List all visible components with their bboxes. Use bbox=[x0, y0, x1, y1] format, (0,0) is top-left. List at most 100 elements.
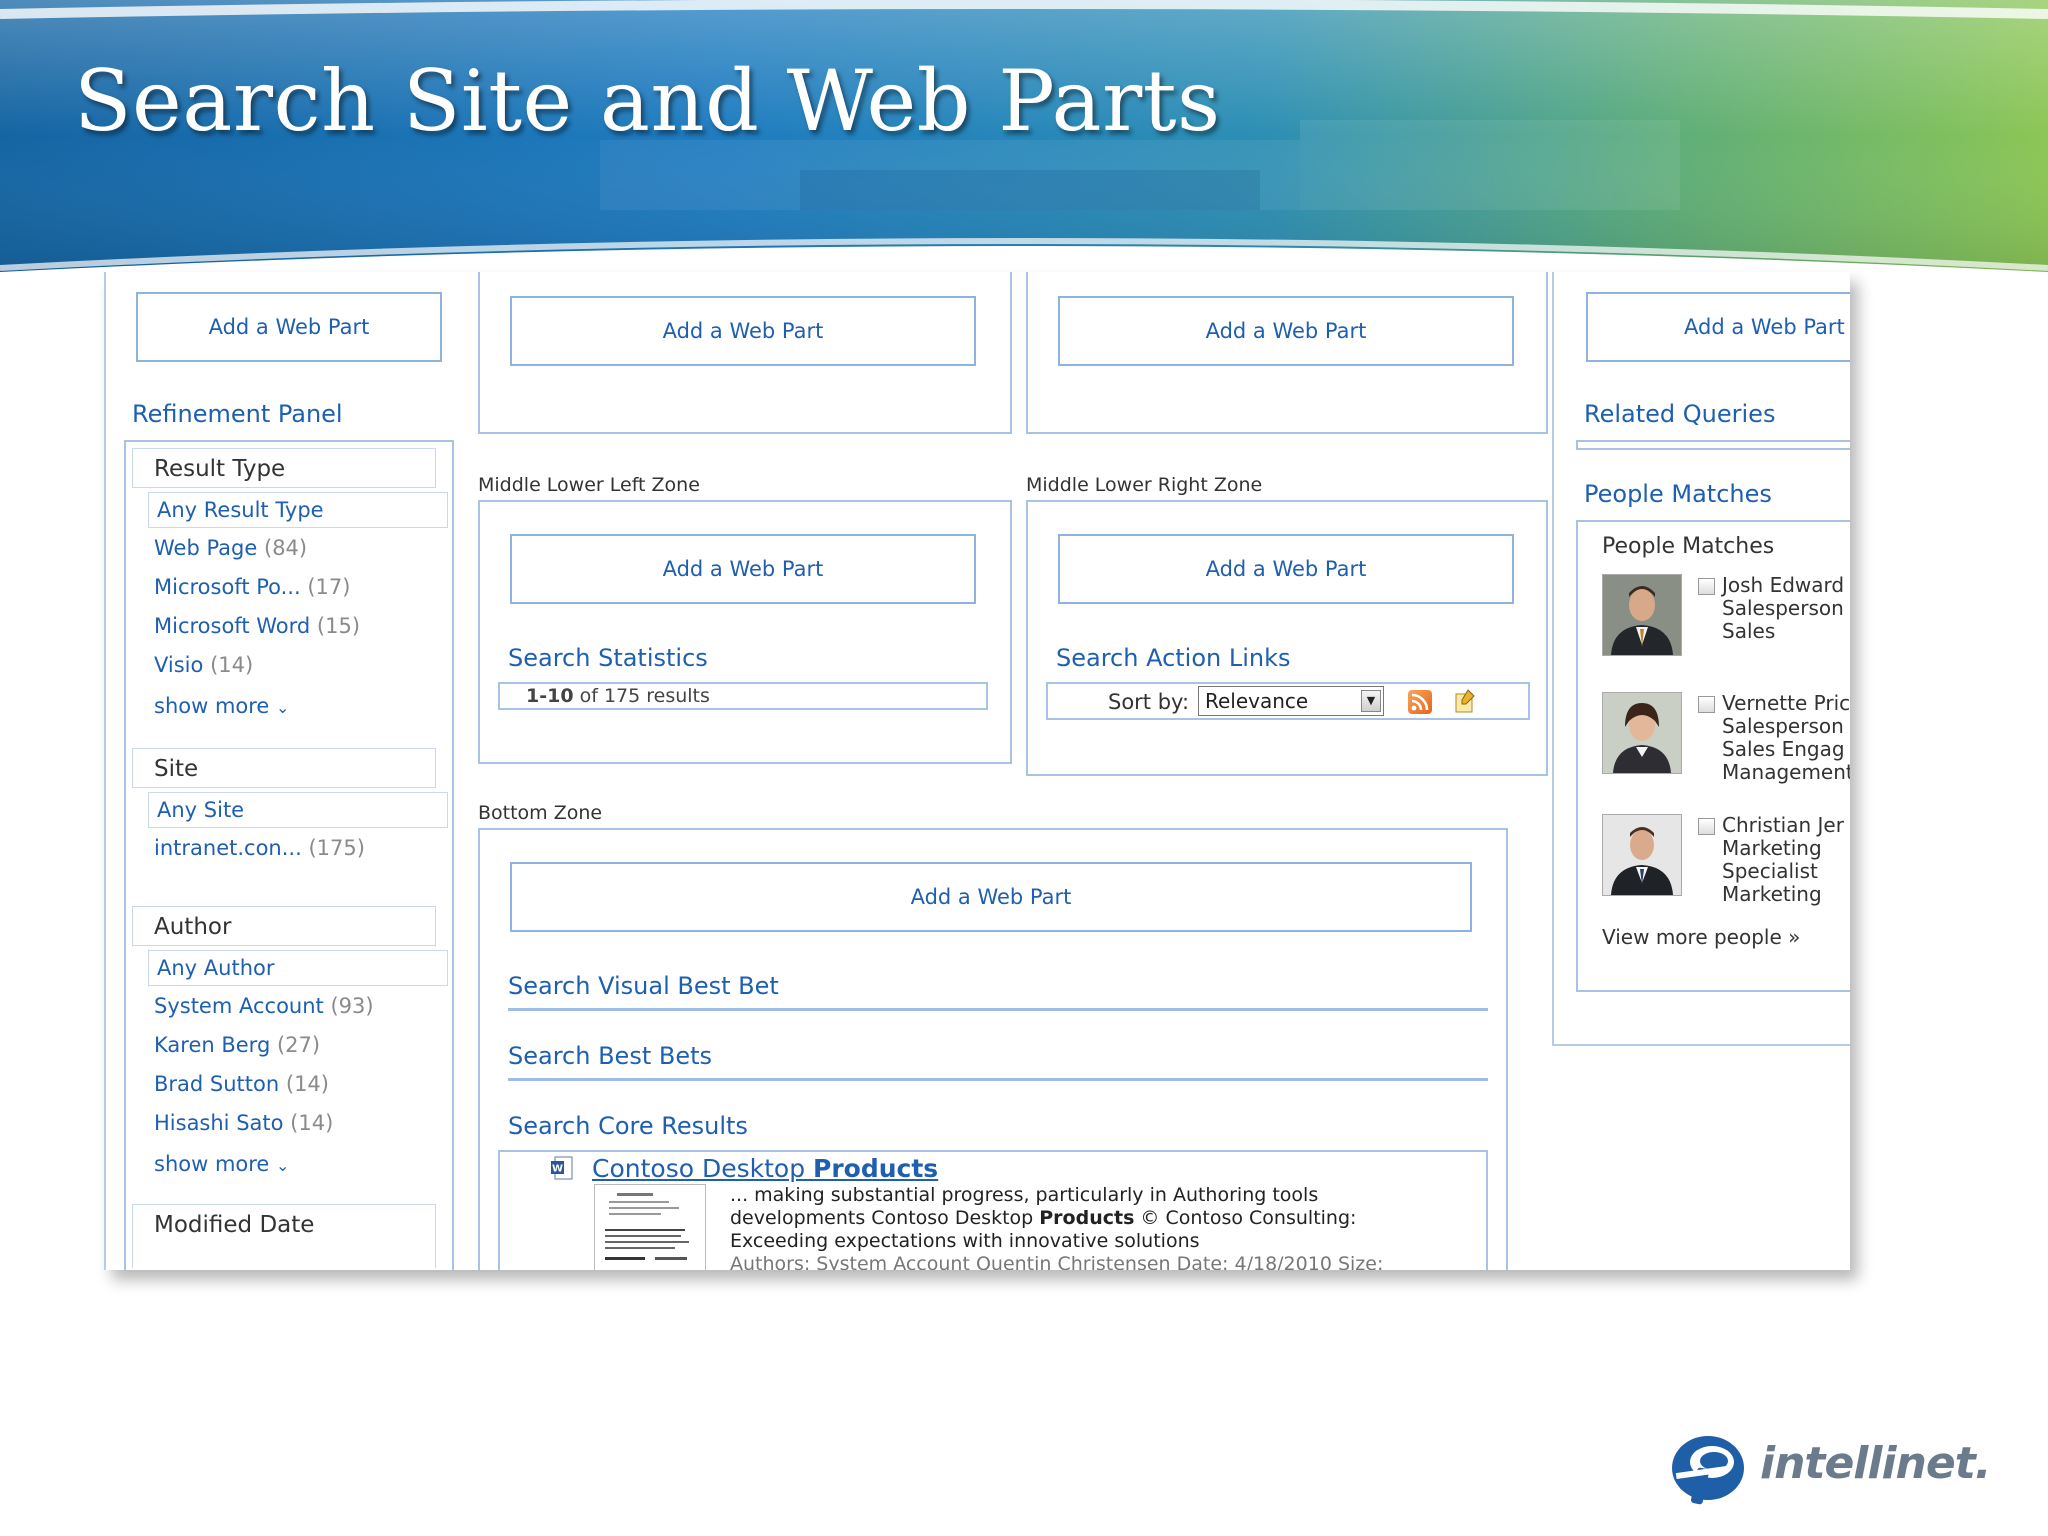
add-web-part-button[interactable]: Add a Web Part bbox=[510, 534, 976, 604]
add-web-part-button[interactable]: Add a Web Part bbox=[1586, 292, 1850, 362]
search-visual-best-bet-title: Search Visual Best Bet bbox=[508, 972, 779, 1000]
refiner-brad-sutton[interactable]: Brad Sutton (14) bbox=[154, 1072, 329, 1096]
chevron-down-icon: ⌄ bbox=[276, 1156, 290, 1175]
result-snippet: ... making substantial progress, particu… bbox=[730, 1184, 1383, 1270]
alert-me-icon[interactable] bbox=[1452, 688, 1480, 716]
refiner-intranet-site[interactable]: intranet.con... (175) bbox=[154, 836, 365, 860]
refiner-microsoft-powerpoint[interactable]: Microsoft Po... (17) bbox=[154, 575, 350, 599]
refiner-count: (14) bbox=[285, 1072, 329, 1096]
refiner-count: (14) bbox=[210, 653, 254, 677]
search-statistics-box: 1-10 of 175 results bbox=[498, 682, 988, 710]
refiner-karen-berg[interactable]: Karen Berg (27) bbox=[154, 1033, 320, 1057]
related-queries-title: Related Queries bbox=[1584, 400, 1776, 428]
refiner-label: Microsoft Word bbox=[154, 614, 311, 638]
refiner-count: (84) bbox=[264, 536, 308, 560]
person-checkbox[interactable] bbox=[1698, 578, 1715, 595]
related-queries-box bbox=[1576, 440, 1850, 450]
person-detail: Management bbox=[1722, 760, 1850, 784]
show-more-author[interactable]: show more ⌄ bbox=[154, 1152, 289, 1176]
rss-feed-icon[interactable] bbox=[1408, 690, 1432, 714]
person-detail: Salesperson bbox=[1722, 714, 1844, 738]
person-detail: Salesperson bbox=[1722, 596, 1844, 620]
middle-lower-right-zone-label: Middle Lower Right Zone bbox=[1026, 474, 1263, 496]
avatar[interactable] bbox=[1602, 692, 1682, 774]
refinement-panel-title: Refinement Panel bbox=[132, 400, 343, 428]
person-detail: Specialist bbox=[1722, 859, 1818, 883]
divider bbox=[508, 1078, 1488, 1081]
divider bbox=[508, 1008, 1488, 1011]
result-title-keyword: Products bbox=[813, 1154, 939, 1183]
intellinet-logo-mark bbox=[1672, 1436, 1744, 1505]
middle-lower-left-zone-label: Middle Lower Left Zone bbox=[478, 474, 700, 496]
refiner-label: System Account bbox=[154, 994, 324, 1018]
sort-by-select[interactable]: Relevance ▼ bbox=[1198, 686, 1384, 716]
person-checkbox[interactable] bbox=[1698, 696, 1715, 713]
search-statistics-title: Search Statistics bbox=[508, 644, 708, 672]
refiner-count: (93) bbox=[330, 994, 374, 1018]
refiner-visio[interactable]: Visio (14) bbox=[154, 653, 253, 677]
add-web-part-button[interactable]: Add a Web Part bbox=[510, 862, 1472, 932]
add-web-part-button[interactable]: Add a Web Part bbox=[136, 292, 442, 362]
modified-date-heading: Modified Date bbox=[154, 1212, 315, 1238]
person-detail: Sales bbox=[1722, 619, 1776, 643]
snippet-text: developments Contoso Desktop bbox=[730, 1207, 1040, 1229]
any-author-filter[interactable]: Any Author bbox=[148, 950, 448, 986]
avatar[interactable] bbox=[1602, 814, 1682, 896]
person-name-link[interactable]: Christian Jer bbox=[1722, 814, 1844, 837]
view-more-people-link[interactable]: View more people » bbox=[1602, 926, 1800, 949]
people-matches-title: People Matches bbox=[1584, 480, 1772, 508]
result-type-heading: Result Type bbox=[154, 456, 286, 482]
person-detail: Marketing bbox=[1722, 836, 1822, 860]
document-thumbnail bbox=[594, 1184, 706, 1270]
search-action-links-title: Search Action Links bbox=[1056, 644, 1291, 672]
any-site-filter[interactable]: Any Site bbox=[148, 792, 448, 828]
show-more-label: show more bbox=[154, 694, 270, 718]
left-column-border bbox=[104, 272, 106, 1270]
refiner-label: Microsoft Po... bbox=[154, 575, 301, 599]
result-title-text: Contoso Desktop bbox=[592, 1154, 814, 1183]
refiner-microsoft-word[interactable]: Microsoft Word (15) bbox=[154, 614, 360, 638]
right-column-bottom-border bbox=[1552, 1044, 1850, 1046]
refiner-label: Visio bbox=[154, 653, 204, 677]
show-more-label: show more bbox=[154, 1152, 270, 1176]
refiner-label: Web Page bbox=[154, 536, 258, 560]
add-web-part-button[interactable]: Add a Web Part bbox=[1058, 534, 1514, 604]
refiner-count: (15) bbox=[316, 614, 361, 638]
refiner-hisashi-sato[interactable]: Hisashi Sato (14) bbox=[154, 1111, 333, 1135]
result-title-link[interactable]: Contoso Desktop Products bbox=[592, 1154, 938, 1183]
intellinet-wordmark: intellinet. bbox=[1760, 1438, 1991, 1489]
site-heading: Site bbox=[154, 756, 199, 782]
show-more-result-type[interactable]: show more ⌄ bbox=[154, 694, 289, 718]
add-web-part-button[interactable]: Add a Web Part bbox=[1058, 296, 1514, 366]
refiner-count: (14) bbox=[290, 1111, 334, 1135]
person-name-link[interactable]: Josh Edward bbox=[1722, 574, 1844, 597]
people-matches-header: People Matches bbox=[1602, 534, 1775, 559]
slide-title: Search Site and Web Parts bbox=[74, 52, 1221, 150]
refiner-count: (27) bbox=[276, 1033, 321, 1057]
intellinet-logo: intellinet. bbox=[1668, 1430, 1991, 1510]
search-best-bets-title: Search Best Bets bbox=[508, 1042, 712, 1070]
search-core-results-title: Search Core Results bbox=[508, 1112, 748, 1140]
snippet-text: © Contoso Consulting: bbox=[1134, 1207, 1357, 1229]
results-range: 1-10 bbox=[526, 685, 574, 707]
refiner-label: Hisashi Sato bbox=[154, 1111, 284, 1135]
person-checkbox[interactable] bbox=[1698, 818, 1715, 835]
people-matches-panel: People Matches Josh Edward Salesperson S… bbox=[1576, 520, 1850, 992]
snippet-line: Exceeding expectations with innovative s… bbox=[730, 1230, 1200, 1252]
snippet-line: ... making substantial progress, particu… bbox=[730, 1184, 1319, 1206]
sharepoint-screenshot: Add a Web Part Refinement Panel Result T… bbox=[104, 272, 1850, 1270]
person-name-link[interactable]: Vernette Pric bbox=[1722, 692, 1850, 715]
refiner-web-page[interactable]: Web Page (84) bbox=[154, 536, 307, 560]
snippet-line: developments Contoso Desktop Products © … bbox=[730, 1207, 1383, 1230]
chevron-down-icon: ⌄ bbox=[276, 698, 290, 717]
result-metadata: Authors: System Account Quentin Christen… bbox=[730, 1253, 1384, 1270]
word-document-icon: W bbox=[550, 1156, 574, 1182]
any-result-type-filter[interactable]: Any Result Type bbox=[148, 492, 448, 528]
bottom-zone-label: Bottom Zone bbox=[478, 802, 603, 824]
sort-by-value: Relevance bbox=[1205, 689, 1309, 713]
add-web-part-button[interactable]: Add a Web Part bbox=[510, 296, 976, 366]
svg-text:W: W bbox=[552, 1164, 563, 1175]
avatar[interactable] bbox=[1602, 574, 1682, 656]
refiner-system-account[interactable]: System Account (93) bbox=[154, 994, 374, 1018]
right-column-border bbox=[1552, 272, 1554, 1046]
